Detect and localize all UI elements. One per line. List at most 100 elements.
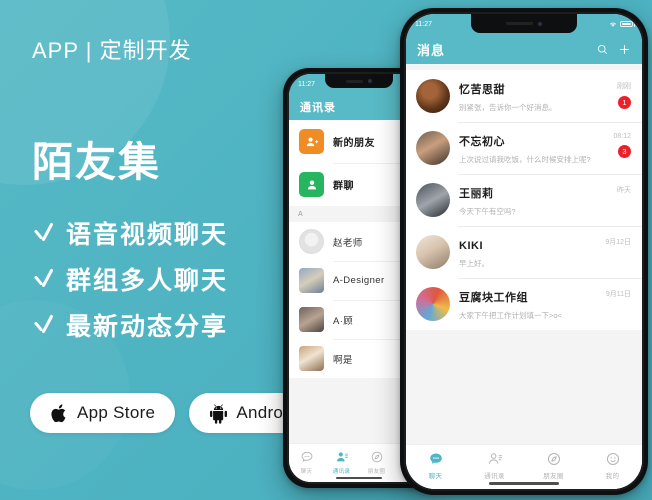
message-row[interactable]: KIKI 早上好。 9月12日 [406, 226, 642, 278]
contact-name: A·顾 [333, 315, 354, 327]
wifi-icon [609, 22, 617, 27]
message-content: KIKI 早上好。 [459, 235, 605, 269]
message-name: 豆腐块工作组 [459, 292, 528, 304]
tab-label: 朋友圈 [367, 469, 386, 475]
front-camera-icon [368, 79, 373, 83]
avatar [416, 131, 450, 165]
message-preview: 今天下午有空吗? [459, 207, 516, 216]
check-icon [32, 312, 58, 338]
message-row[interactable]: 不忘初心 上次说过请我吃饭，什么时候安排上呢? 08:12 3 [406, 122, 642, 174]
message-list: 忆苦思甜 别紧张，告诉你一个好消息。 刚刚 1 不忘初心 上次说过请我吃饭，什么… [406, 64, 642, 489]
chat-bubble-icon [429, 453, 442, 464]
nav-title: 消息 [417, 42, 446, 58]
tab-moments[interactable]: 朋友圈 [359, 444, 394, 475]
phone-mockup-messages: 11:27 消息 忆苦思甜 别紧张，告诉你一个好消息。 刚刚 1 不忘初心 上次… [400, 8, 648, 495]
tab-label: 朋友圈 [543, 473, 564, 480]
phone-bezel: 11:27 消息 忆苦思甜 别紧张，告诉你一个好消息。 刚刚 1 不忘初心 上次… [404, 12, 644, 491]
status-time: 11:27 [415, 20, 432, 28]
search-icon[interactable] [596, 43, 609, 56]
message-row[interactable]: 豆腐块工作组 大家下午把工作计划填一下>o< 9月11日 [406, 278, 642, 330]
message-preview: 别紧张，告诉你一个好消息。 [459, 103, 557, 112]
plus-icon[interactable] [618, 43, 631, 56]
contact-name: 啊是 [333, 354, 353, 366]
tab-contacts[interactable]: 通讯录 [324, 444, 359, 475]
message-content: 忆苦思甜 别紧张，告诉你一个好消息。 [459, 79, 617, 113]
unread-badge: 1 [618, 96, 631, 109]
message-preview: 大家下午把工作计划填一下>o< [459, 311, 562, 320]
tab-contacts[interactable]: 通讯录 [465, 445, 524, 480]
battery-icon [620, 21, 635, 27]
tab-label: 聊天 [300, 469, 313, 475]
status-time: 11:27 [298, 80, 315, 88]
home-indicator [489, 482, 559, 485]
page-title: 陌友集 [32, 139, 161, 185]
message-meta: 08:12 3 [613, 131, 631, 158]
message-row[interactable]: 忆苦思甜 别紧张，告诉你一个好消息。 刚刚 1 [406, 70, 642, 122]
store-buttons: App Store Android [30, 393, 318, 433]
avatar [299, 307, 324, 332]
message-preview: 上次说过请我吃饭，什么时候安排上呢? [459, 155, 591, 164]
message-content: 不忘初心 上次说过请我吃饭，什么时候安排上呢? [459, 131, 613, 165]
avatar [299, 268, 324, 293]
nav-bar: 消息 [406, 34, 642, 64]
section-letter: A [298, 210, 303, 218]
contacts-icon [336, 452, 348, 462]
avatar [416, 235, 450, 269]
tab-label: 通讯录 [332, 469, 351, 475]
phone-notch [471, 14, 577, 33]
phone-frame: 11:27 消息 忆苦思甜 别紧张，告诉你一个好消息。 刚刚 1 不忘初心 上次… [400, 8, 648, 495]
chat-bubble-icon [301, 451, 312, 462]
new-friend-icon [299, 129, 324, 154]
contacts-entry-label: 新的朋友 [333, 138, 375, 149]
message-time: 昨天 [617, 187, 631, 194]
avatar [299, 229, 324, 254]
message-preview: 早上好。 [459, 259, 489, 268]
android-icon [210, 403, 228, 424]
apple-icon [51, 403, 66, 422]
compass-icon [371, 451, 382, 463]
message-meta: 9月11日 [606, 287, 631, 299]
message-time: 9月11日 [605, 291, 631, 298]
front-camera-icon [538, 21, 543, 26]
speaker-grille-icon [345, 79, 364, 83]
avatar [416, 183, 450, 217]
message-meta: 刚刚 1 [617, 79, 631, 109]
speaker-grille-icon [505, 22, 534, 25]
message-time: 9月12日 [605, 239, 631, 246]
app-store-button[interactable]: App Store [30, 393, 176, 433]
contacts-entry-label: 群聊 [333, 181, 354, 192]
check-icon [32, 220, 58, 246]
tab-chat[interactable]: 聊天 [289, 444, 324, 475]
feature-list: 语音视频聊天 群组多人聊天 最新动态分享 [32, 210, 228, 348]
message-time: 刚刚 [617, 83, 631, 90]
feature-item: 群组多人聊天 [32, 256, 228, 302]
avatar [416, 79, 450, 113]
phone-notch [325, 74, 393, 88]
nav-actions [596, 43, 631, 56]
feature-item: 语音视频聊天 [32, 210, 228, 256]
contacts-icon [488, 453, 502, 464]
profile-icon [606, 452, 619, 466]
contact-name: 赵老师 [333, 237, 363, 249]
tab-profile[interactable]: 我的 [583, 445, 642, 480]
home-indicator [336, 476, 382, 479]
nav-title: 通讯录 [300, 102, 336, 114]
tab-chat[interactable]: 聊天 [406, 445, 465, 480]
message-meta: 昨天 [617, 183, 631, 195]
unread-badge: 3 [618, 145, 631, 158]
app-store-label: App Store [77, 403, 156, 422]
avatar [299, 346, 324, 371]
poster-background: APP | 定制开发 陌友集 语音视频聊天 群组多人聊天 最新动态分享 App … [0, 0, 652, 500]
message-time: 08:12 [613, 133, 631, 140]
feature-label: 最新动态分享 [66, 313, 229, 341]
message-name: 忆苦思甜 [459, 84, 505, 96]
message-name: 王丽莉 [459, 188, 494, 200]
page-kicker: APP | 定制开发 [32, 38, 192, 63]
tab-moments[interactable]: 朋友圈 [524, 445, 583, 480]
message-meta: 9月12日 [605, 235, 631, 247]
message-row[interactable]: 王丽莉 今天下午有空吗? 昨天 [406, 174, 642, 226]
status-indicators [609, 21, 635, 28]
avatar [416, 287, 450, 321]
message-content: 王丽莉 今天下午有空吗? [459, 183, 617, 217]
contact-name: A-Designer [333, 275, 385, 286]
